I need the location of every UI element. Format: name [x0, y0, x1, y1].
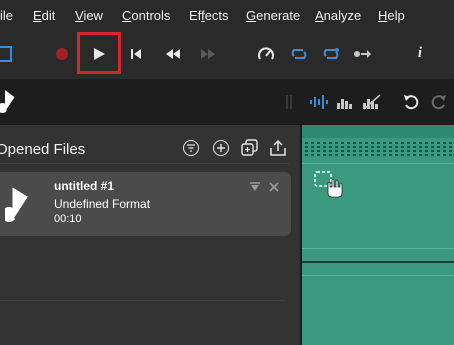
menu-edit[interactable]: Edit	[33, 8, 55, 23]
menu-view[interactable]: View	[75, 8, 103, 23]
menu-generate-rest: enerate	[256, 8, 301, 23]
add-icon[interactable]	[213, 140, 229, 156]
panel-divider	[0, 163, 290, 164]
panel-title: Opened Files	[0, 141, 86, 158]
track-area[interactable]	[302, 125, 454, 345]
track-dash-row	[305, 142, 454, 144]
track-center-line	[302, 261, 454, 263]
track-dash-row	[305, 150, 454, 152]
info-icon[interactable]: i	[410, 31, 430, 76]
menu-help-rest: elp	[387, 8, 405, 23]
menu-edit-mnemonic: E	[33, 8, 42, 23]
play-highlight-frame	[77, 32, 121, 74]
file-format: Undefined Format	[54, 197, 151, 211]
list-divider	[0, 300, 285, 301]
skip-to-start-icon[interactable]	[126, 31, 146, 76]
undo-icon[interactable]	[400, 79, 422, 125]
track-ruler	[302, 125, 454, 138]
menu-controls-rest: ontrols	[131, 8, 171, 23]
menu-effects-head: Ef	[189, 8, 202, 23]
download-icon[interactable]	[248, 181, 262, 193]
hand-drag-icon[interactable]	[313, 171, 345, 199]
speed-icon[interactable]	[254, 31, 278, 76]
menu-edit-rest: dit	[41, 8, 56, 23]
menu-file-label: ile	[0, 8, 14, 23]
file-title: untitled #1	[54, 179, 115, 193]
filter-icon[interactable]	[183, 140, 199, 156]
file-duration: 00:10	[54, 213, 82, 225]
menu-generate-mnemonic: G	[246, 8, 257, 23]
close-icon[interactable]	[267, 180, 281, 194]
menu-bar: ile Edit View Controls Effects Generate …	[0, 0, 454, 31]
menu-generate[interactable]: Generate	[246, 8, 300, 23]
menu-help[interactable]: Help	[378, 8, 405, 23]
rewind-icon[interactable]	[161, 31, 185, 76]
selection-icon[interactable]	[0, 31, 14, 76]
menu-analyze[interactable]: Analyze	[315, 8, 361, 23]
transport-toolbar: i	[0, 31, 454, 76]
fast-forward-icon[interactable]	[196, 31, 220, 76]
music-note-icon	[0, 79, 18, 125]
mute-spectrum-icon[interactable]	[361, 79, 383, 125]
menu-view-rest: iew	[83, 8, 103, 23]
view-toolbar	[0, 79, 454, 125]
share-icon[interactable]	[268, 138, 288, 158]
menu-effects[interactable]: Effects	[189, 8, 229, 23]
menu-effects-rest: ects	[204, 8, 229, 23]
track-line	[302, 163, 454, 164]
menu-help-mnemonic: H	[378, 8, 388, 23]
menu-controls[interactable]: Controls	[122, 8, 170, 23]
menu-file[interactable]: ile	[0, 8, 13, 23]
spectrum-icon[interactable]	[334, 79, 356, 125]
menu-analyze-mnemonic: A	[315, 8, 324, 23]
duplicate-icon[interactable]	[240, 138, 260, 158]
grip-icon	[282, 79, 296, 125]
track-line	[302, 248, 454, 249]
file-music-icon	[4, 182, 36, 226]
next-marker-icon[interactable]	[350, 31, 374, 76]
track-dash-row	[305, 146, 454, 148]
redo-icon[interactable]	[428, 79, 450, 125]
loop-one-icon[interactable]	[319, 31, 343, 76]
track-dash-row	[305, 154, 454, 156]
waveform-icon[interactable]	[308, 79, 330, 125]
menu-analyze-rest: nalyze	[323, 8, 362, 23]
record-icon[interactable]	[52, 31, 72, 76]
menu-controls-mnemonic: C	[122, 8, 132, 23]
track-line	[302, 275, 454, 276]
loop-icon[interactable]	[287, 31, 311, 76]
